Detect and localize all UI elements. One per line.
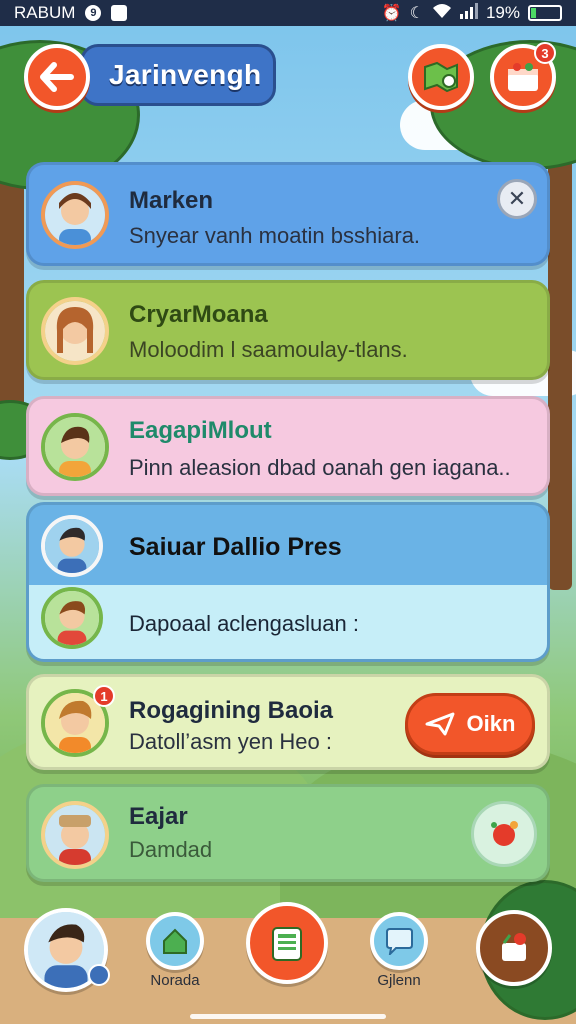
page-title: Jarinvengh bbox=[80, 44, 276, 106]
avatar bbox=[41, 801, 109, 869]
clipboard-icon bbox=[246, 902, 328, 984]
message-sender: Marken bbox=[129, 187, 214, 214]
close-icon: ✕ bbox=[507, 186, 527, 211]
message-preview: Pinn aleasion dbad oanah gen iagana.. bbox=[129, 455, 511, 480]
battery-percent: 19% bbox=[485, 3, 520, 22]
message-preview: Damdad bbox=[129, 837, 213, 862]
message-card[interactable]: Eajar Damdad bbox=[26, 784, 550, 882]
vibrate-icon: ☾ bbox=[409, 5, 424, 22]
avatar bbox=[41, 587, 103, 649]
send-icon bbox=[425, 712, 455, 736]
nav-chat-label: Gjlenn bbox=[377, 972, 421, 989]
message-sender: EagapiMlout bbox=[129, 417, 272, 444]
nav-home[interactable]: Norada bbox=[146, 912, 204, 989]
avatar bbox=[41, 297, 109, 365]
home-indicator bbox=[190, 1014, 386, 1019]
message-sender: Eajar bbox=[129, 803, 188, 830]
message-sender: Rogagining Baoia bbox=[129, 697, 333, 724]
close-button[interactable]: ✕ bbox=[497, 179, 537, 219]
map-pin-icon bbox=[424, 61, 458, 93]
nav-chat[interactable]: Gjlenn bbox=[370, 912, 428, 989]
chat-bubble-icon bbox=[370, 912, 428, 970]
message-preview: Dapoaal aclengasluan : bbox=[129, 611, 359, 636]
nav-profile[interactable] bbox=[24, 908, 110, 992]
reply-button[interactable]: Oikn bbox=[405, 693, 535, 755]
notification-count: 9 bbox=[85, 5, 102, 21]
nav-compose[interactable] bbox=[246, 902, 328, 984]
message-card[interactable]: 1 Rogagining Baoia Datoll’asm yen Heo : … bbox=[26, 674, 550, 770]
avatar bbox=[41, 413, 109, 481]
message-card[interactable]: EagapiMlout Pinn aleasion dbad oanah gen… bbox=[26, 396, 550, 496]
battery-icon bbox=[528, 5, 562, 21]
arrow-left-icon bbox=[40, 62, 74, 92]
unread-badge: 1 bbox=[93, 685, 115, 707]
message-preview: Datoll’asm yen Heo : bbox=[129, 729, 332, 754]
nav-home-label: Norada bbox=[150, 972, 200, 989]
avatar bbox=[41, 181, 109, 249]
carrier-text: RABUM bbox=[14, 3, 76, 22]
reply-button-label: Oikn bbox=[466, 711, 516, 736]
message-preview: Snyear vanh moatin bsshiara. bbox=[129, 223, 421, 248]
message-card[interactable]: Marken Snyear vanh moatin bsshiara. ✕ bbox=[26, 162, 550, 266]
message-card[interactable]: CryarMoana Moloodim l saamoulay-tlans. bbox=[26, 280, 550, 380]
house-icon bbox=[146, 912, 204, 970]
message-card[interactable]: Saiuar Dallio Pres Dapoaal aclengasluan … bbox=[26, 502, 550, 662]
shop-icon bbox=[476, 910, 552, 986]
signal-icon bbox=[459, 2, 478, 24]
page-title-text: Jarinvengh bbox=[109, 59, 262, 90]
message-preview: Moloodim l saamoulay-tlans. bbox=[129, 337, 408, 362]
avatar bbox=[41, 515, 103, 577]
wifi-icon bbox=[432, 3, 452, 24]
message-sender: Saiuar Dallio Pres bbox=[129, 533, 342, 561]
status-bar: RABUM 9 ⏰ ☾ 19% bbox=[0, 0, 576, 26]
back-button[interactable] bbox=[24, 44, 90, 110]
alarm-icon: ⏰ bbox=[381, 5, 402, 22]
reaction-button[interactable] bbox=[471, 801, 537, 867]
reaction-icon bbox=[491, 821, 518, 846]
status-indicator bbox=[88, 964, 110, 986]
gift-icon bbox=[508, 63, 538, 91]
nav-shop[interactable] bbox=[476, 910, 552, 986]
app-notification-icon bbox=[111, 5, 128, 21]
map-button[interactable] bbox=[408, 44, 474, 110]
message-sender: CryarMoana bbox=[129, 301, 268, 328]
gift-button[interactable]: 3 bbox=[490, 42, 556, 110]
notification-badge: 3 bbox=[534, 42, 556, 64]
